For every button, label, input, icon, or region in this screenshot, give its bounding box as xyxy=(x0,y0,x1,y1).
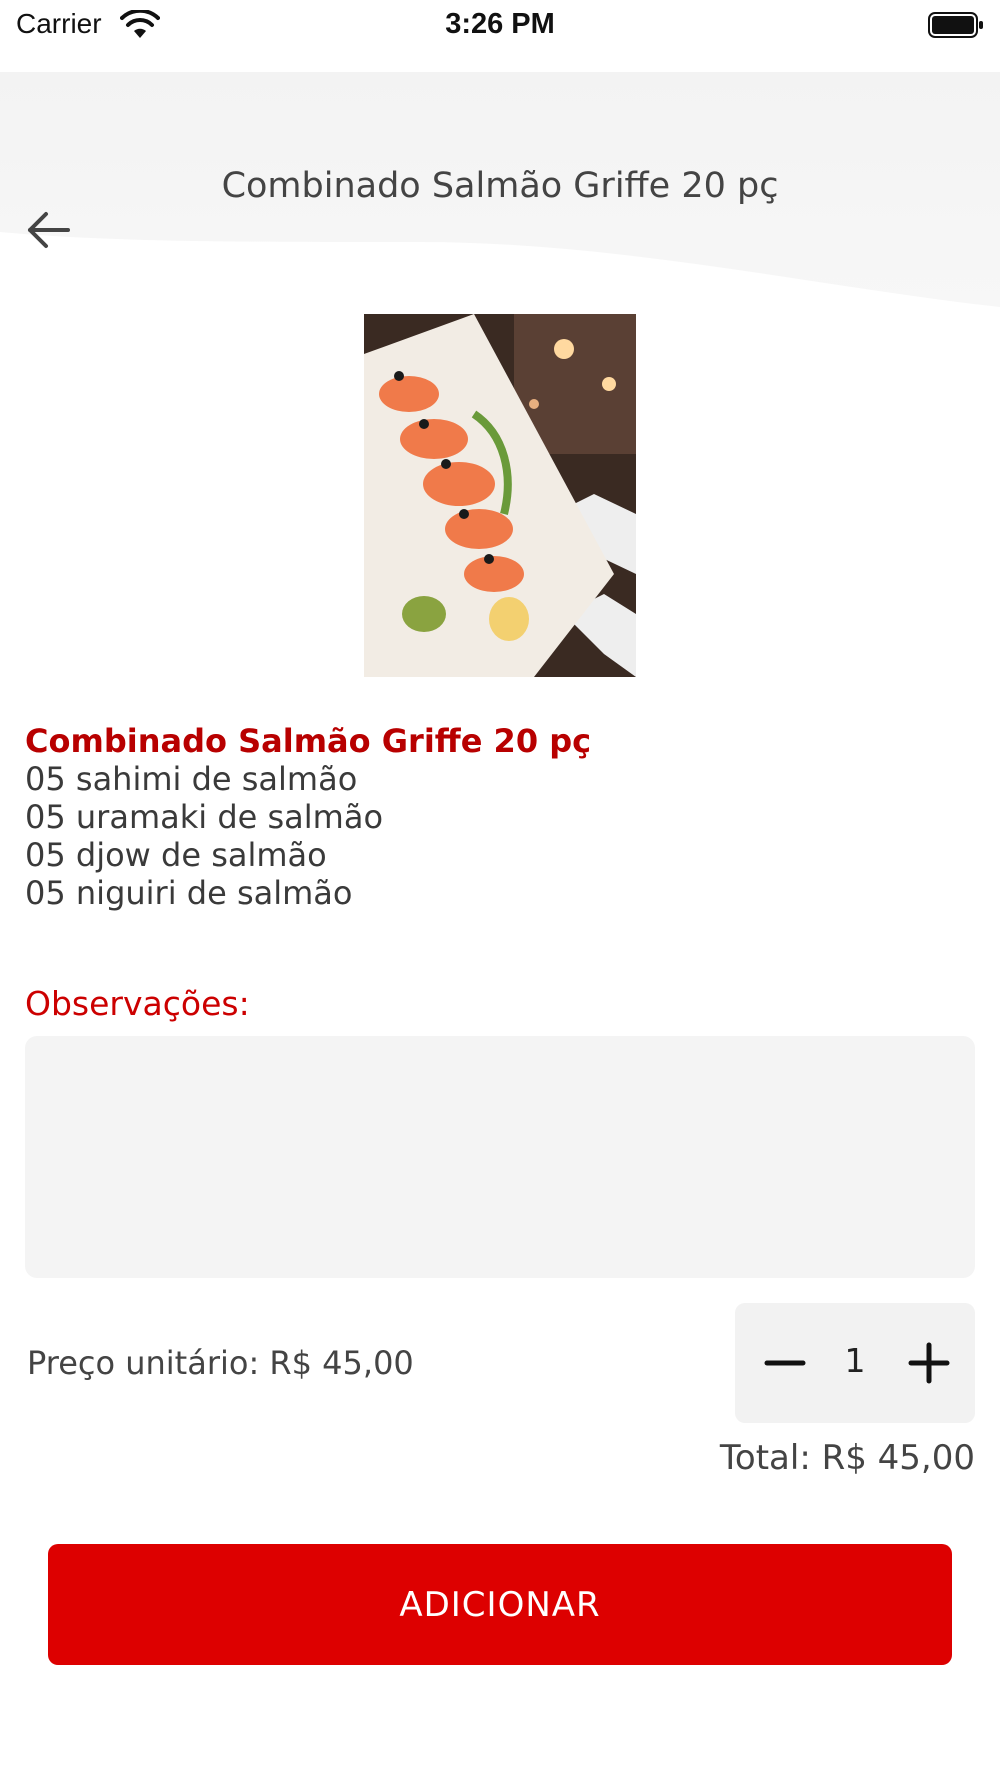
back-button[interactable] xyxy=(22,202,78,258)
arrow-left-icon xyxy=(28,212,70,248)
status-time: 3:26 PM xyxy=(445,8,555,40)
add-to-cart-button[interactable]: ADICIONAR xyxy=(48,1544,952,1665)
status-bar: Carrier 3:26 PM xyxy=(0,0,1000,72)
product-item: 05 djow de salmão xyxy=(25,836,327,874)
decrease-quantity-button[interactable] xyxy=(755,1333,815,1393)
unit-price: Preço unitário: R$ 45,00 xyxy=(27,1344,414,1382)
quantity-value: 1 xyxy=(844,1341,866,1380)
quantity-stepper: 1 xyxy=(735,1303,975,1423)
product-name: Combinado Salmão Griffe 20 pç xyxy=(25,722,592,760)
plus-icon xyxy=(908,1342,950,1384)
observations-label: Observações: xyxy=(25,984,250,1023)
header: Combinado Salmão Griffe 20 pç xyxy=(0,72,1000,322)
increase-quantity-button[interactable] xyxy=(899,1333,959,1393)
product-item: 05 sahimi de salmão xyxy=(25,760,358,798)
total-price: Total: R$ 45,00 xyxy=(719,1438,975,1478)
product-item: 05 uramaki de salmão xyxy=(25,798,384,836)
page-title: Combinado Salmão Griffe 20 pç xyxy=(221,166,779,206)
product-image xyxy=(364,314,636,677)
product-item: 05 niguiri de salmão xyxy=(25,874,353,912)
product-description: Combinado Salmão Griffe 20 pç 05 sahimi … xyxy=(25,722,975,912)
observations-input[interactable] xyxy=(25,1036,975,1278)
battery-icon xyxy=(928,12,983,38)
